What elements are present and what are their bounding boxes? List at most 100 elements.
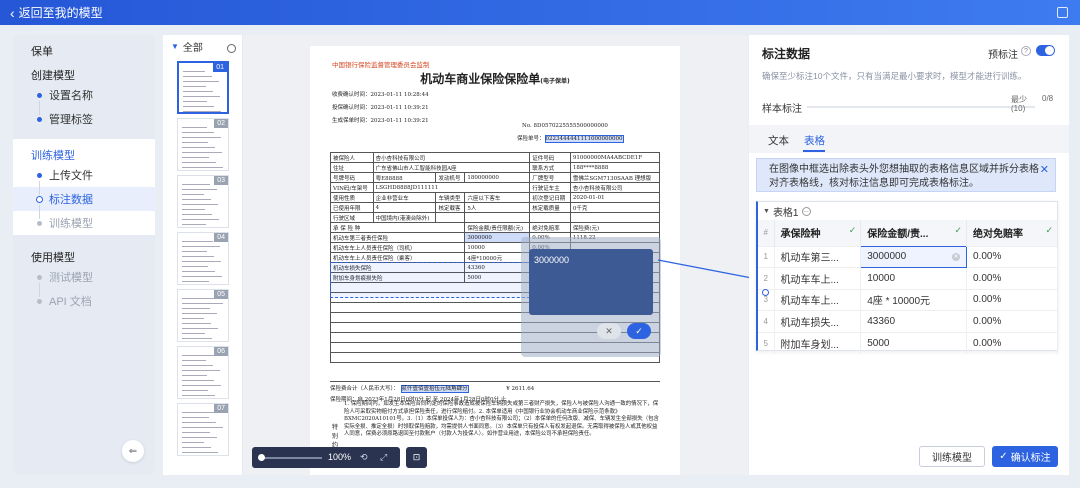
nav-item-upload[interactable]: 上传文件 (13, 163, 155, 187)
nav-item-annotate[interactable]: 标注数据 (13, 181, 155, 211)
confirm-icon[interactable]: ✓ (627, 323, 651, 339)
thumbnail-line (182, 360, 206, 361)
thumbnail-list: ▼ 全部 01 02 03 04 05 06 07 (163, 35, 243, 475)
step-line (39, 101, 40, 115)
sample-label: 样本标注 (762, 104, 802, 115)
table-cell[interactable]: 4座 * 10000元 (860, 288, 967, 311)
step-line (39, 205, 40, 219)
page-thumbnail[interactable]: 07 (177, 403, 229, 456)
table-cell[interactable]: 0.00% (966, 288, 1059, 311)
tab-indicator (803, 150, 825, 152)
table-card-header[interactable]: ▼ 表格1 … (758, 202, 1057, 220)
clear-icon[interactable]: ✕ (951, 252, 960, 261)
thumbnail-line (182, 162, 216, 163)
fullscreen-icon[interactable]: ⤢ (380, 452, 387, 463)
table-cell[interactable]: 10000 (860, 267, 967, 289)
nav-item-set-name[interactable]: 设置名称 (13, 83, 155, 107)
confirm-annotation-button[interactable]: ✓ 确认标注 (992, 446, 1058, 467)
page-number: 04 (214, 233, 228, 242)
page-number: 01 (213, 63, 227, 72)
zoom-knob[interactable] (258, 454, 265, 461)
page-thumbnail[interactable]: 02 (177, 118, 229, 171)
thumbnail-line (183, 106, 214, 107)
fit-page-icon[interactable]: ⊡ (406, 447, 427, 468)
help-icon[interactable]: ? (1021, 46, 1031, 56)
doc-coverage-header-cell: 保险费(元) (569, 222, 661, 233)
nav-item-api-doc[interactable]: API 文档 (13, 283, 155, 313)
column-label: 绝对免赔率 (972, 229, 1023, 241)
nav-train-block: 训练模型 上传文件 标注数据 训练模型 (13, 139, 155, 235)
table-column-header[interactable]: 保险金额/责... ✓ (860, 220, 967, 246)
doc-table-cell: 中国境内(港澳台除外) (372, 212, 437, 223)
nav-group-save[interactable]: 保单 (13, 35, 155, 59)
table-cell[interactable]: 43360 (860, 310, 967, 332)
thumbnail-line (182, 147, 215, 148)
nav-item-train[interactable]: 训练模型 (13, 205, 155, 235)
table-cell[interactable]: 3000000 ✕ (860, 245, 967, 268)
zoom-track[interactable] (260, 457, 322, 459)
thumbnail-line (182, 132, 214, 133)
step-dot-icon (37, 117, 42, 122)
tab-table[interactable]: 表格 (804, 133, 825, 148)
thumbnail-line (182, 338, 212, 339)
nav-item-test[interactable]: 测试模型 (13, 265, 155, 289)
page-thumbnail[interactable]: 04 (177, 232, 229, 285)
doc-table-cell: 住址 (330, 162, 374, 173)
table-cell[interactable]: 0.00% (966, 245, 1059, 268)
thumbnail-line (183, 76, 212, 77)
doc-table-cell: LSGHD8888JD111111 (372, 182, 531, 193)
tab-text[interactable]: 文本 (768, 133, 789, 148)
gear-icon[interactable] (227, 44, 236, 53)
table-cell[interactable]: 机动车车上... (774, 288, 862, 311)
doc-no-value: 8D0570225555500000000 (533, 123, 608, 129)
close-icon[interactable]: ✕ (1040, 163, 1049, 177)
table-cell[interactable]: 机动车车上... (774, 267, 862, 289)
table-column-header[interactable]: 承保险种 ✓ (774, 220, 862, 246)
nav-group-create[interactable]: 创建模型 (13, 59, 155, 83)
pre-annotate-toggle[interactable] (1036, 45, 1055, 56)
thumbnail-line (182, 157, 209, 158)
doc-special: 特别约定 1. 保险期间内，如发生本保险合同约定的保险事故造成被保险车辆损失或第… (330, 401, 660, 458)
nav-item-label: 训练模型 (49, 218, 93, 230)
doc-coverage-header-cell: 保险金额/责任限额(元) (464, 222, 531, 233)
thumbnail-line (182, 375, 207, 376)
collapse-nav-icon[interactable]: ⇐ (122, 440, 144, 462)
nav-group-train[interactable]: 训练模型 (13, 139, 155, 163)
nav-group-use[interactable]: 使用模型 (13, 241, 155, 265)
table-cell[interactable]: 0.00% (966, 267, 1059, 289)
table-cell[interactable]: 0.00% (966, 310, 1059, 332)
thumbnail-header[interactable]: ▼ 全部 (163, 35, 242, 57)
selection-box[interactable] (330, 262, 540, 298)
window-icon[interactable] (1057, 7, 1068, 18)
table-cell[interactable]: 附加车身划... (774, 331, 862, 354)
table-cell[interactable]: 5000 (860, 331, 967, 354)
doc-table-cell: 杏小杏科技有限公司 (569, 182, 661, 193)
rotate-icon[interactable]: ⟲ (360, 452, 368, 463)
document-canvas[interactable]: 中国银行保险监督管理委员会监制 机动车商业保险保险单(电子保单) 收费确认时间：… (243, 35, 748, 475)
page-thumbnail[interactable]: 01 (177, 61, 229, 114)
sample-progress-bar (807, 106, 1035, 108)
thumbnail-line (182, 209, 205, 210)
thumbnail-line (183, 86, 206, 87)
panel-hint: 确保至少标注10个文件，只有当满足最小要求时，模型才能进行训练。 (762, 71, 1027, 81)
table-cell[interactable]: 机动车损失... (774, 310, 862, 332)
cancel-icon[interactable]: ✕ (597, 323, 621, 339)
back-button[interactable]: ‹ 返回至我的模型 (0, 4, 103, 21)
value-editor-input[interactable]: 3000000 (529, 249, 653, 315)
thumbnail-line (182, 271, 215, 272)
table-cell[interactable]: 0.00% (966, 331, 1059, 354)
step-line (39, 181, 40, 195)
chevron-left-icon: ‹ (10, 4, 15, 21)
page-thumbnail[interactable]: 06 (177, 346, 229, 399)
thumbnail-line (182, 323, 211, 324)
nav-item-manage-tags[interactable]: 管理标签 (13, 101, 155, 131)
check-icon: ✓ (1045, 225, 1053, 236)
page-thumbnail[interactable]: 03 (177, 175, 229, 228)
page-thumbnail[interactable]: 05 (177, 289, 229, 342)
table-cell[interactable]: 机动车第三... (774, 245, 862, 268)
more-icon[interactable]: … (801, 206, 811, 216)
doc-table-cell: 核定载客 (435, 202, 466, 213)
train-model-button[interactable]: 训练模型 (919, 446, 985, 467)
thumbnail-line (183, 111, 221, 112)
table-column-header[interactable]: 绝对免赔率 ✓ (966, 220, 1059, 246)
